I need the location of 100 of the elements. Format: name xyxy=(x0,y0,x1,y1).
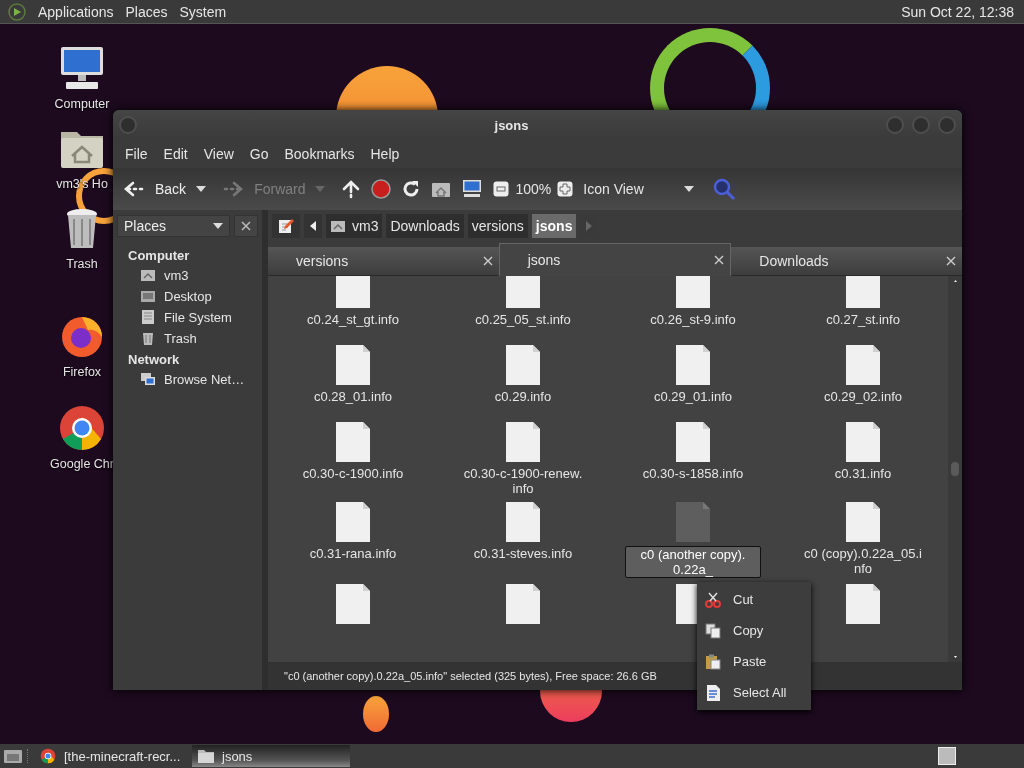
file-icon[interactable] xyxy=(845,345,881,385)
menu-item[interactable]: View xyxy=(195,146,242,162)
edit-location-button[interactable] xyxy=(272,214,300,238)
close-icon[interactable] xyxy=(482,256,493,266)
scroll-left-button[interactable] xyxy=(304,214,322,238)
file-name[interactable]: c0 (another copy).0.22a_ xyxy=(625,546,761,578)
menu-item[interactable]: Help xyxy=(362,146,408,162)
dropdown-caret-icon[interactable] xyxy=(196,186,207,192)
sidebar-item[interactable]: Trash xyxy=(113,328,262,349)
file-icon[interactable] xyxy=(845,422,881,462)
computer-icon[interactable] xyxy=(461,179,484,199)
desktop-icon-label[interactable]: Firefox xyxy=(62,365,102,379)
file-icon[interactable] xyxy=(505,502,541,542)
menu-item[interactable]: Copy xyxy=(697,615,811,646)
file-name[interactable]: c0.27_st.info xyxy=(824,312,902,327)
close-icon[interactable] xyxy=(946,256,956,266)
file-name[interactable]: c0.30-c-1900-renew.info xyxy=(461,466,585,496)
file-icon[interactable] xyxy=(845,584,881,624)
sidebar-item[interactable]: File System xyxy=(113,307,262,328)
close-icon xyxy=(241,220,251,231)
stop-icon[interactable] xyxy=(371,179,392,199)
file-icon[interactable] xyxy=(505,422,541,462)
sidebar-item[interactable]: Browse Net… xyxy=(113,369,262,390)
dropdown-caret-icon xyxy=(683,186,694,192)
window-title: jsons xyxy=(493,117,530,133)
sidebar-item[interactable]: Desktop xyxy=(113,286,262,307)
menu-item[interactable]: Edit xyxy=(155,146,196,162)
menu-item[interactable]: Paste xyxy=(697,646,811,677)
close-icon[interactable] xyxy=(714,255,725,265)
path-button[interactable]: jsons xyxy=(531,214,577,238)
back-arrow-icon xyxy=(123,180,145,198)
menu-item[interactable]: Go xyxy=(241,146,277,162)
network-icon xyxy=(140,371,156,387)
file-icon[interactable] xyxy=(505,345,541,385)
desktop-icon-label[interactable]: Google Chr xyxy=(50,457,114,471)
status-text: "c0 (another copy).0.22a_05.info" selected (325 bytes), Free space: 26.6 GB xyxy=(284,670,657,682)
file-icon[interactable] xyxy=(505,584,541,624)
forward-arrow-icon xyxy=(222,180,245,198)
file-name[interactable]: c0.24_st_gt.info xyxy=(305,312,401,327)
menu-item[interactable]: File xyxy=(117,146,156,162)
file-name[interactable]: c0.29.info xyxy=(492,389,554,404)
taskbar-button[interactable]: [the-minecraft-recr... xyxy=(34,745,192,767)
file-name[interactable]: c0.26_st-9.info xyxy=(648,312,738,327)
file-icon[interactable] xyxy=(845,502,881,542)
scissors-icon xyxy=(705,591,721,608)
show-desktop-icon[interactable] xyxy=(3,747,23,765)
tab[interactable]: jsons xyxy=(498,243,732,276)
chrome-icon xyxy=(40,748,56,764)
clock: Sun Oct 22, 12:38 xyxy=(901,3,1014,20)
copy-icon xyxy=(705,622,721,639)
drive-icon xyxy=(140,309,156,325)
panel-menu[interactable]: System xyxy=(179,3,227,20)
file-name[interactable]: c0.31-rana.info xyxy=(307,546,399,561)
zoom-in-icon[interactable] xyxy=(557,181,574,197)
file-name[interactable]: c0.29_01.info xyxy=(651,389,735,404)
close-sidebar-button[interactable] xyxy=(234,215,258,237)
tab[interactable]: Downloads xyxy=(731,247,962,276)
menu-item[interactable]: Select All xyxy=(697,677,811,708)
file-icon[interactable] xyxy=(335,584,371,624)
back-button[interactable]: Back xyxy=(123,180,187,198)
file-name[interactable]: c0.30-c-1900.info xyxy=(300,466,406,481)
tab[interactable]: versions xyxy=(268,247,499,276)
places-dropdown[interactable]: Places xyxy=(117,215,230,237)
desktop-icon-label[interactable]: Computer xyxy=(54,97,110,111)
panel-menu[interactable]: Applications xyxy=(38,3,114,20)
file-name[interactable]: c0.31.info xyxy=(832,466,894,481)
file-name[interactable]: c0.28_01.info xyxy=(311,389,395,404)
path-button[interactable]: versions xyxy=(467,214,528,238)
dropdown-caret-icon xyxy=(213,223,223,229)
file-name[interactable]: c0 (copy).0.22a_05.info xyxy=(801,546,925,576)
scrollbar[interactable] xyxy=(948,276,962,662)
menu-item[interactable]: Bookmarks xyxy=(276,146,363,162)
file-name[interactable]: c0.29_02.info xyxy=(821,389,905,404)
file-name[interactable]: c0.25_05_st.info xyxy=(473,312,573,327)
chrome-icon[interactable] xyxy=(58,404,106,452)
folder-icon xyxy=(198,749,214,763)
taskbar-button[interactable]: jsons xyxy=(192,745,350,767)
menu-item[interactable]: Cut xyxy=(697,584,811,615)
path-button[interactable]: Downloads xyxy=(386,214,464,238)
right-arrow-icon xyxy=(586,221,593,231)
view-dropdown[interactable]: Icon View xyxy=(583,181,702,197)
zoom-out-icon[interactable] xyxy=(493,181,510,197)
sidebar-item[interactable]: vm3 xyxy=(113,265,262,286)
computer-icon[interactable] xyxy=(58,44,106,92)
file-icon[interactable] xyxy=(335,502,371,542)
clipboard-icon xyxy=(705,653,721,670)
file-name[interactable]: c0.31-steves.info xyxy=(471,546,575,561)
file-icon[interactable] xyxy=(675,422,711,462)
file-icon[interactable] xyxy=(335,422,371,462)
distro-logo-icon[interactable] xyxy=(8,2,26,21)
panel-menu[interactable]: Places xyxy=(125,3,168,20)
sidebar-heading: Computer xyxy=(127,247,191,265)
file-icon[interactable] xyxy=(675,345,711,385)
up-arrow-icon[interactable] xyxy=(341,179,362,199)
file-name[interactable]: c0.30-s-1858.info xyxy=(640,466,746,481)
workspace-switcher[interactable] xyxy=(938,747,956,765)
scrollbar-thumb[interactable] xyxy=(951,462,959,476)
desktop-icon-label[interactable]: Trash xyxy=(66,257,98,271)
file-icon[interactable] xyxy=(335,345,371,385)
path-button[interactable]: vm3 xyxy=(326,214,383,238)
